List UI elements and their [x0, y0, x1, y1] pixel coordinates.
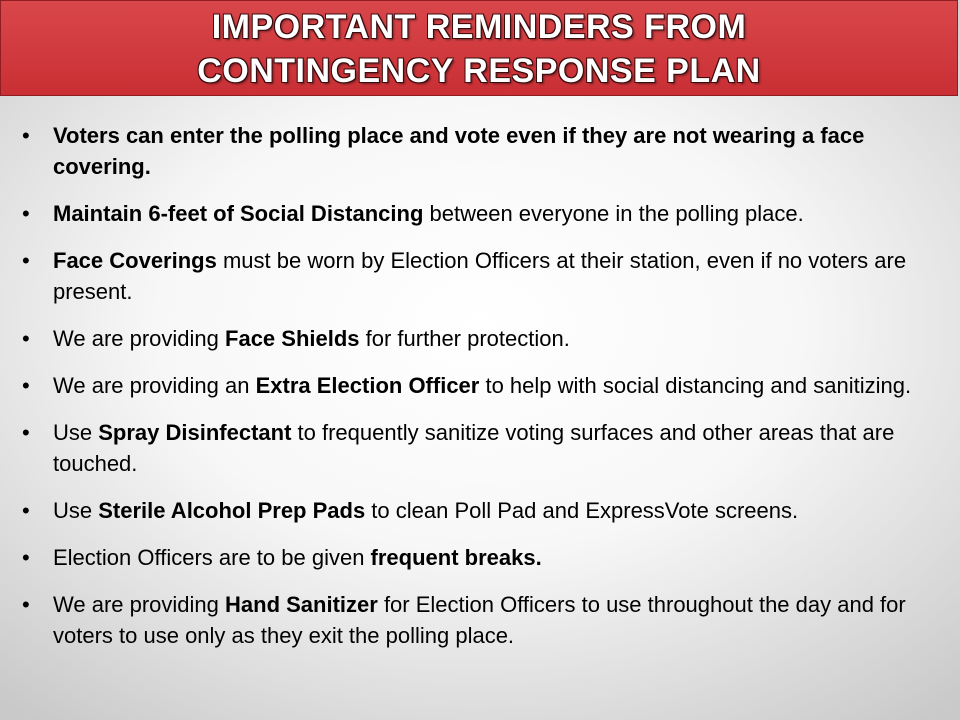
reminder-item-face-shields: • We are providing Face Shields for furth…: [0, 323, 960, 354]
bullet-dot: •: [22, 592, 30, 617]
title-line-2: CONTINGENCY RESPONSE PLAN: [197, 52, 761, 90]
bullet-dot: •: [22, 248, 30, 273]
bullet-dot: •: [22, 123, 30, 148]
reminder-text: to clean Poll Pad and ExpressVote screen…: [365, 498, 799, 523]
title-line-1: IMPORTANT REMINDERS FROM: [211, 8, 747, 46]
reminder-text: to help with social distancing and sanit…: [479, 373, 912, 398]
reminder-bold: Face Shields: [225, 326, 360, 351]
reminder-item-social-distancing: • Maintain 6-feet of Social Distancing be…: [0, 198, 960, 229]
reminder-text: Use: [53, 498, 99, 523]
reminder-item-face-covering-optional: • Voters can enter the polling place and …: [0, 120, 960, 182]
reminder-item-hand-sanitizer: • We are providing Hand Sanitizer for Ele…: [0, 589, 960, 651]
title-banner: IMPORTANT REMINDERS FROM CONTINGENCY RES…: [0, 0, 958, 96]
reminder-item-extra-officer: • We are providing an Extra Election Offi…: [0, 370, 960, 401]
reminder-text: Use: [53, 420, 99, 445]
bullet-dot: •: [22, 373, 30, 398]
reminder-item-spray-disinfectant: • Use Spray Disinfectant to frequently sa…: [0, 417, 960, 479]
reminder-text: Election Officers are to be given: [53, 545, 371, 570]
reminder-list: • Voters can enter the polling place and …: [0, 120, 960, 667]
bullet-dot: •: [22, 201, 30, 226]
reminder-bold: Sterile Alcohol Prep Pads: [98, 498, 366, 523]
reminder-bold: Face Coverings: [53, 248, 217, 273]
bullet-dot: •: [22, 420, 30, 445]
reminder-text: between everyone in the polling place.: [423, 201, 804, 226]
reminder-item-alcohol-pads: • Use Sterile Alcohol Prep Pads to clean …: [0, 495, 960, 526]
bullet-dot: •: [22, 326, 30, 351]
reminder-bold: Spray Disinfectant: [98, 420, 292, 445]
reminder-text: for further protection.: [359, 326, 570, 351]
bullet-dot: •: [22, 498, 30, 523]
reminder-text: We are providing: [53, 326, 226, 351]
reminder-bold: frequent breaks.: [370, 545, 542, 570]
bullet-dot: •: [22, 545, 30, 570]
reminder-item-face-coverings: • Face Coverings must be worn by Election…: [0, 245, 960, 307]
reminder-bold: Extra Election Officer: [255, 373, 480, 398]
reminder-item-frequent-breaks: • Election Officers are to be given frequ…: [0, 542, 960, 573]
reminder-text: We are providing an: [53, 373, 256, 398]
reminder-bold: Maintain 6-feet of Social Distancing: [53, 201, 424, 226]
reminder-bold: Voters can enter the polling place and v…: [53, 123, 865, 179]
reminder-text: We are providing: [53, 592, 226, 617]
reminder-bold: Hand Sanitizer: [225, 592, 378, 617]
